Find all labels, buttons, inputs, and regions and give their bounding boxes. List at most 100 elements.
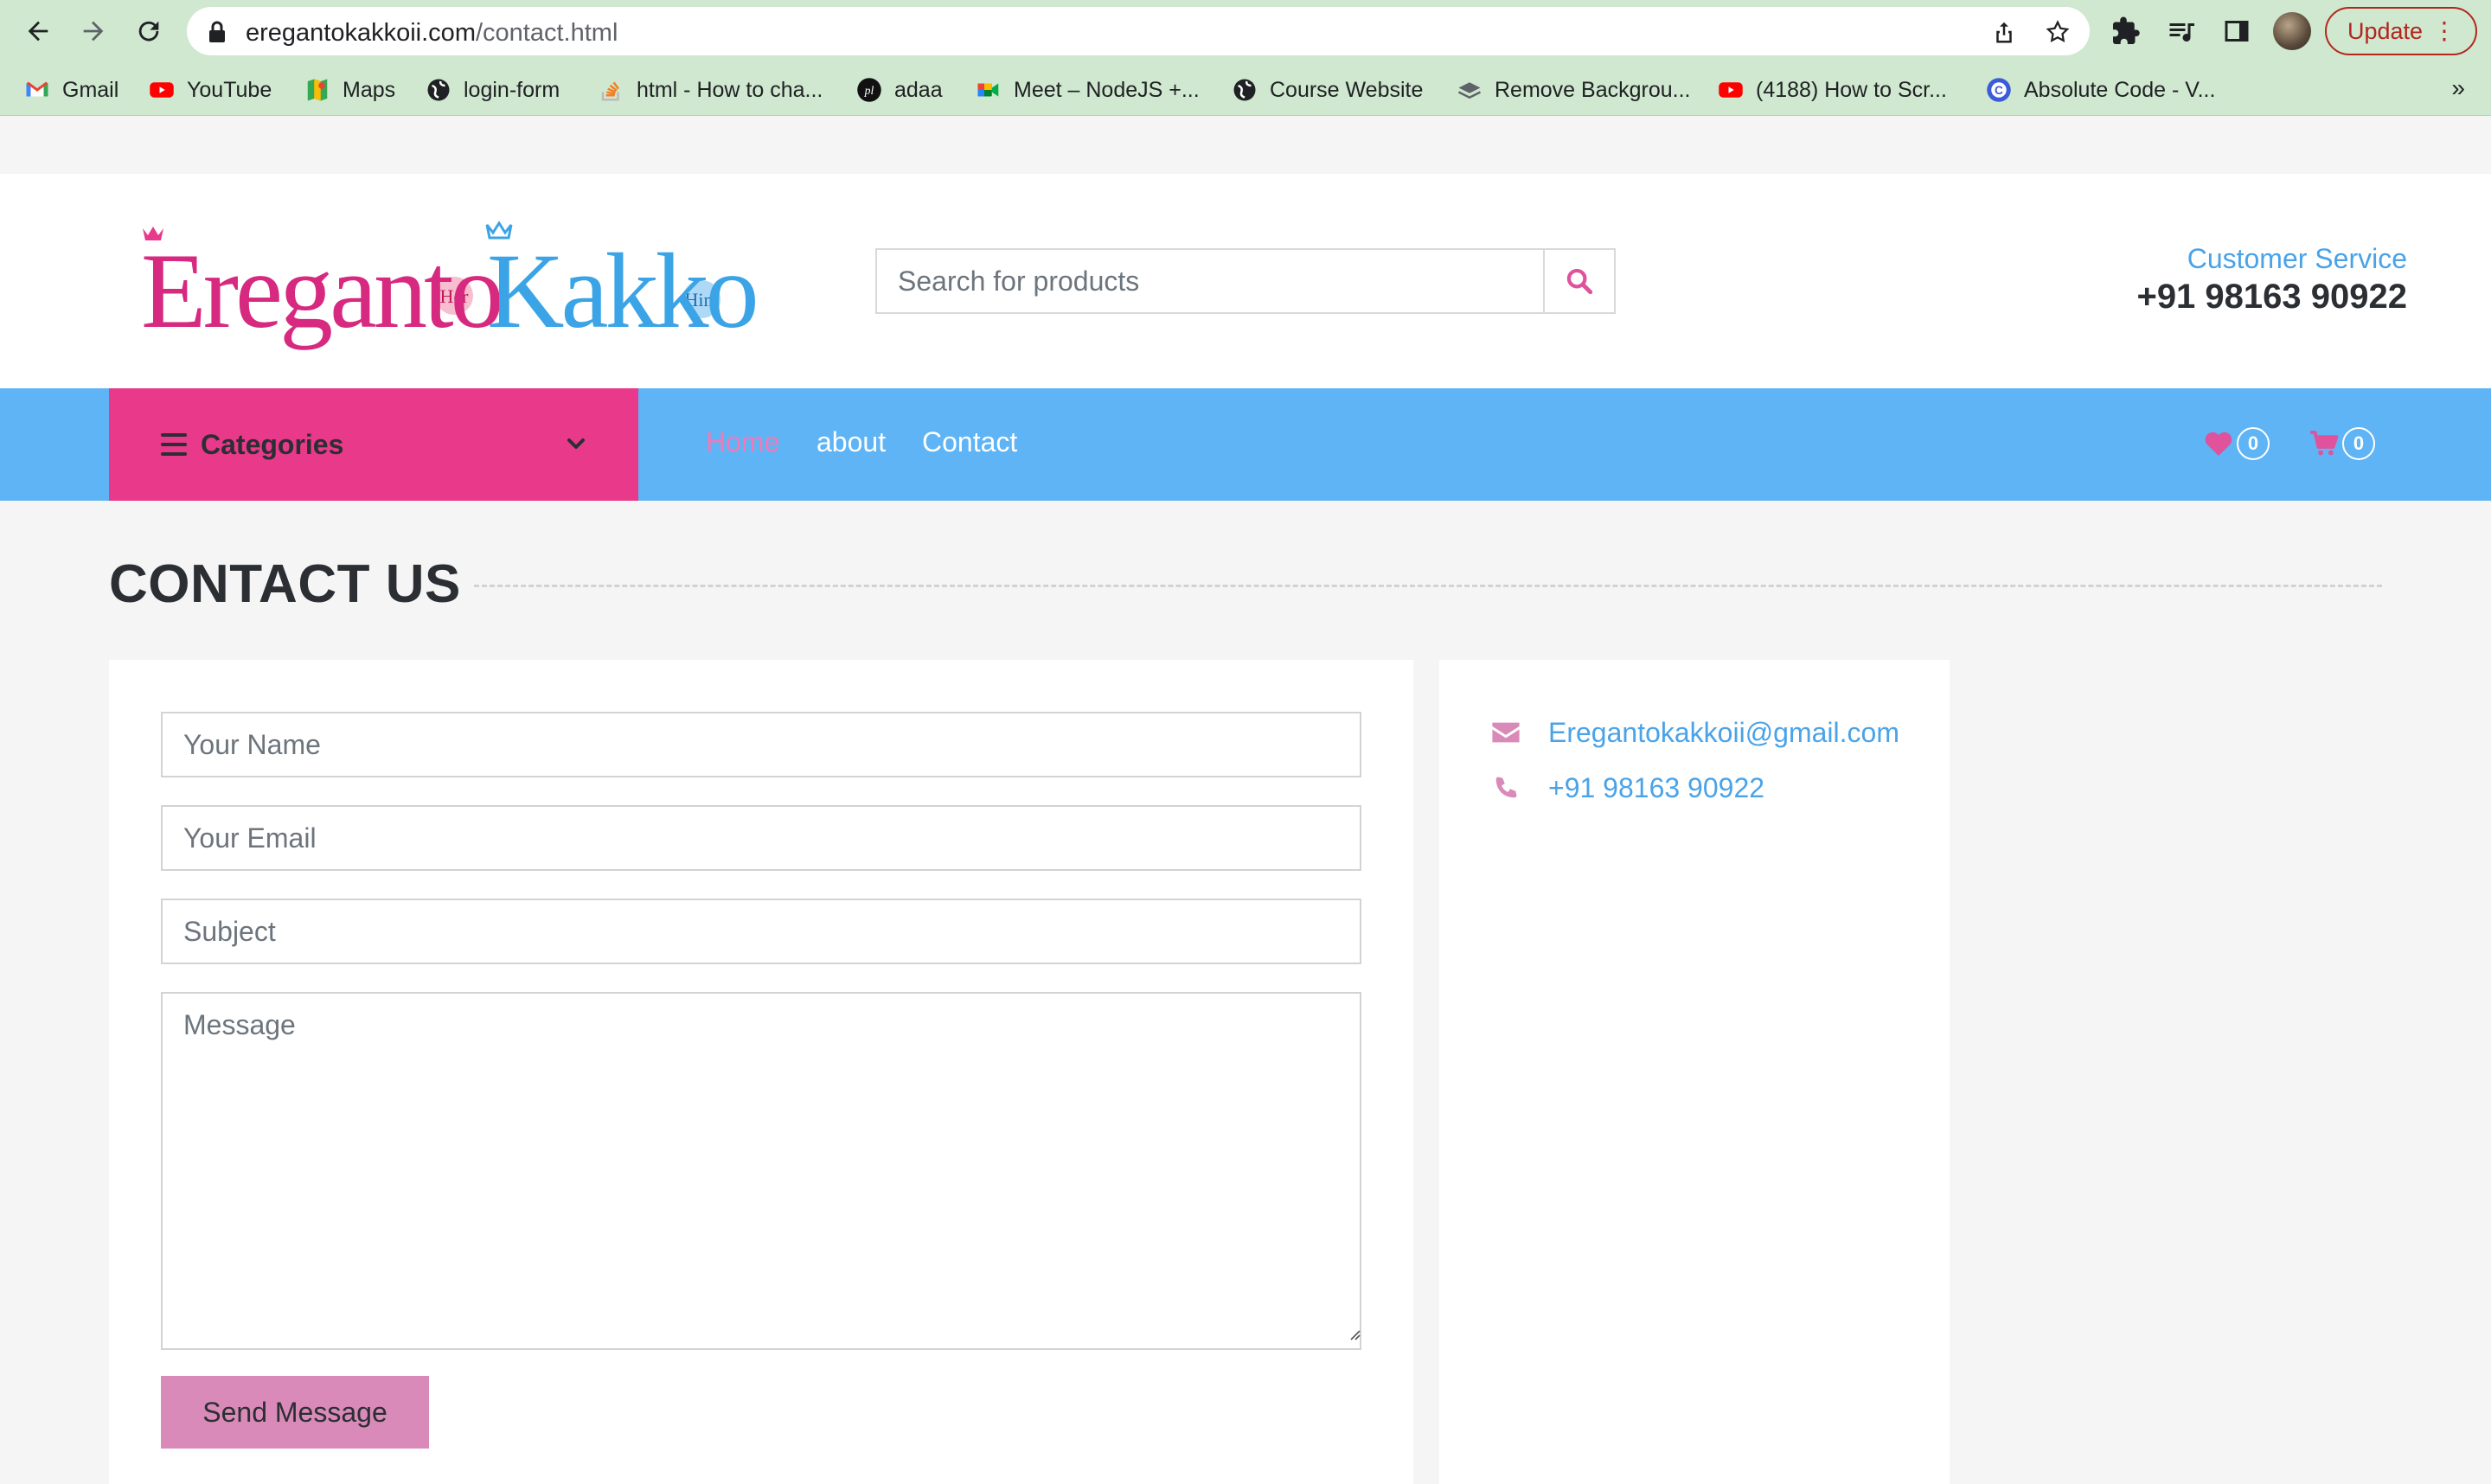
bookmark-how-to-scr[interactable]: (4188) How to Scr... xyxy=(1718,74,1947,106)
cart-icon xyxy=(2310,430,2339,456)
bookmark-adaa[interactable]: pl adaa xyxy=(856,74,943,106)
contact-email[interactable]: Eregantokakkoii@gmail.com xyxy=(1548,717,1899,749)
bookmark-label: Maps xyxy=(343,77,396,102)
bookmark-label: Remove Backgrou... xyxy=(1495,77,1691,102)
youtube-icon xyxy=(150,82,174,98)
logo-wordmark-right: Kakkoii xyxy=(487,232,757,350)
bookmark-label: Course Website xyxy=(1270,77,1424,102)
bookmark-maps[interactable]: Maps xyxy=(304,74,395,106)
profile-avatar[interactable] xyxy=(2273,12,2311,50)
bookmark-remove-background[interactable]: Remove Backgrou... xyxy=(1457,74,1691,106)
subject-field[interactable] xyxy=(161,899,1361,964)
contact-form: Send Message xyxy=(109,660,1413,1484)
site-header: Her Him Ereganto Kakkoii Customer Servic… xyxy=(0,174,2491,388)
site-logo[interactable]: Her Him Ereganto Kakkoii xyxy=(134,213,757,351)
url-path: /contact.html xyxy=(475,19,618,47)
bookmark-login-form[interactable]: login-form xyxy=(426,74,560,106)
nav-home[interactable]: Home xyxy=(706,426,779,458)
kebab-menu-icon: ⋮ xyxy=(2432,17,2456,44)
reload-icon xyxy=(138,21,159,42)
pl-icon: pl xyxy=(857,78,881,102)
wishlist-button[interactable]: 0 xyxy=(2204,423,2270,464)
hamburger-icon xyxy=(161,433,187,456)
email-field[interactable] xyxy=(161,805,1361,871)
contact-info: Eregantokakkoii@gmail.com +91 98163 9092… xyxy=(1439,660,1950,1484)
bookmark-label: login-form xyxy=(464,77,560,102)
media-queue-icon[interactable] xyxy=(2166,16,2197,47)
layers-icon xyxy=(1457,82,1482,99)
cart-count: 0 xyxy=(2342,427,2375,460)
bookmark-label: adaa xyxy=(894,77,943,102)
svg-text:pl: pl xyxy=(864,84,874,97)
nav-contact[interactable]: Contact xyxy=(922,426,1017,458)
bookmark-youtube[interactable]: YouTube xyxy=(149,74,272,106)
absolute-code-icon: C xyxy=(1987,78,2011,102)
address-bar[interactable]: eregantokakkoii.com/contact.html xyxy=(187,7,2090,55)
customer-service-phone[interactable]: +91 98163 90922 xyxy=(2136,278,2407,317)
logo-eregant: Eregant xyxy=(141,232,453,350)
back-button[interactable] xyxy=(19,12,57,50)
bookmark-label: YouTube xyxy=(187,77,272,102)
cart-button[interactable]: 0 xyxy=(2309,423,2375,464)
globe-icon xyxy=(427,79,450,101)
search-bar xyxy=(875,248,1616,314)
contact-phone[interactable]: +91 98163 90922 xyxy=(1548,772,1764,804)
bookmark-gmail[interactable]: Gmail xyxy=(24,74,118,106)
contact-phone-row: +91 98163 90922 xyxy=(1491,769,1764,807)
url-text: eregantokakkoii.com/contact.html xyxy=(246,19,618,48)
page-title: CONTACT US xyxy=(109,554,461,614)
lock-icon xyxy=(209,21,225,42)
share-icon[interactable] xyxy=(1991,19,2017,45)
chevron-down-icon xyxy=(567,438,585,449)
side-panel-icon[interactable] xyxy=(2221,16,2252,47)
phone-icon xyxy=(1495,777,1517,798)
envelope-icon xyxy=(1492,722,1520,743)
search-input[interactable] xyxy=(877,250,1545,312)
svg-text:C: C xyxy=(1995,84,2003,97)
bookmark-course-website[interactable]: Course Website xyxy=(1232,74,1423,106)
customer-service-label: Customer Service xyxy=(2187,243,2407,274)
send-message-button[interactable]: Send Message xyxy=(161,1376,429,1449)
globe-icon xyxy=(1233,79,1256,101)
search-button[interactable] xyxy=(1543,250,1614,312)
top-strip xyxy=(0,117,2491,174)
forward-arrow-icon xyxy=(83,21,104,42)
bookmark-label: (4188) How to Scr... xyxy=(1756,77,1947,102)
back-arrow-icon xyxy=(28,21,48,42)
reload-button[interactable] xyxy=(130,12,168,50)
bookmark-label: html - How to cha... xyxy=(637,77,823,102)
bookmark-absolute-code[interactable]: C Absolute Code - V... xyxy=(1986,74,2215,106)
update-label: Update xyxy=(2347,17,2424,44)
categories-label: Categories xyxy=(201,428,344,460)
bookmark-label: Meet – NodeJS +... xyxy=(1014,77,1200,102)
contact-email-row: Eregantokakkoii@gmail.com xyxy=(1491,713,1899,752)
logo-wordmark-left: Ereganto xyxy=(141,232,501,350)
bookmark-meet[interactable]: Meet – NodeJS +... xyxy=(976,74,1200,106)
browser-toolbar: eregantokakkoii.com/contact.html Update … xyxy=(0,0,2491,62)
meet-icon xyxy=(977,83,999,97)
extensions-icon[interactable] xyxy=(2110,16,2142,47)
nav-about[interactable]: about xyxy=(816,426,886,458)
title-divider xyxy=(474,585,2382,587)
url-domain: eregantokakkoii.com xyxy=(246,19,476,47)
name-field[interactable] xyxy=(161,712,1361,777)
gmail-icon xyxy=(26,81,48,97)
message-field[interactable] xyxy=(161,992,1361,1350)
stackoverflow-icon xyxy=(601,81,620,101)
forward-button[interactable] xyxy=(74,12,112,50)
resize-grip-icon[interactable] xyxy=(1346,1326,1361,1341)
bookmarks-overflow[interactable]: » xyxy=(2451,74,2465,102)
heart-icon xyxy=(2205,432,2232,457)
bookmark-label: Absolute Code - V... xyxy=(2024,77,2216,102)
youtube-icon xyxy=(1719,82,1743,98)
bookmark-label: Gmail xyxy=(62,77,119,102)
main-navbar: Categories Home about Contact 0 0 xyxy=(0,388,2491,501)
wishlist-count: 0 xyxy=(2237,427,2270,460)
bookmark-star-icon[interactable] xyxy=(2045,19,2071,45)
search-icon xyxy=(1566,268,1593,295)
update-button[interactable]: Update ⋮ xyxy=(2325,7,2477,55)
bookmark-html-how-to[interactable]: html - How to cha... xyxy=(599,74,823,106)
categories-dropdown[interactable]: Categories xyxy=(109,388,638,501)
maps-icon xyxy=(307,79,328,101)
bookmarks-bar: Gmail YouTube Maps login-form html - How… xyxy=(0,62,2491,116)
